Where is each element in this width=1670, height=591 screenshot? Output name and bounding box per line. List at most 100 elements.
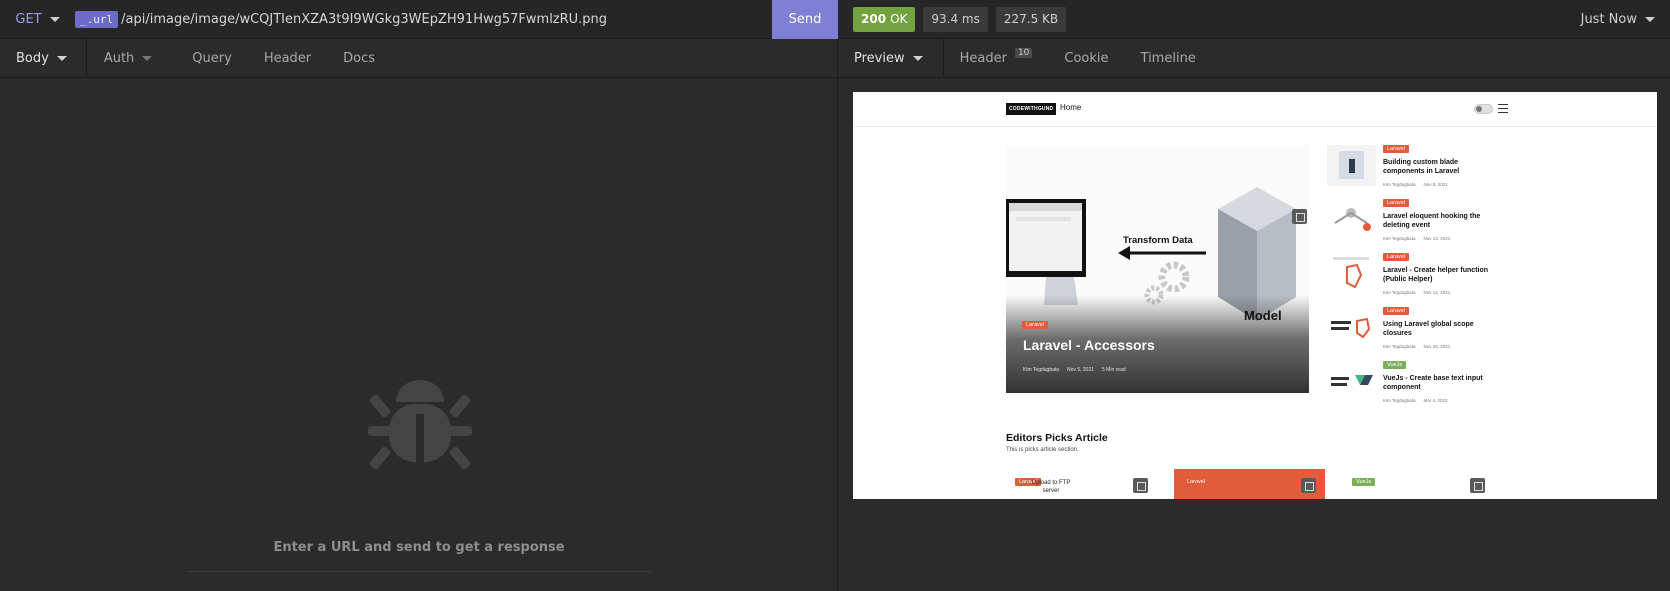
article-title: Building custom blade components in Lara…	[1383, 159, 1460, 175]
tab-header-label: Header	[263, 50, 312, 66]
post-date: Nov 14, 2021	[1423, 290, 1451, 295]
response-preview[interactable]: CODEWITHGUND Home Transform Data Model L…	[853, 92, 1657, 499]
env-variable-tag[interactable]: _.url	[75, 10, 119, 28]
tab-header[interactable]: Header	[248, 39, 327, 78]
url-bar: GET _.url /api/image/image/wCQJTIenXZA3t…	[0, 0, 838, 39]
post-date: Nov 13, 2021	[1423, 236, 1451, 241]
featured-meta: Kim Tegdugbata Nov 5, 2021 5 Min read	[1023, 367, 1126, 373]
article-title: VueJs - Create base text input component	[1383, 375, 1483, 391]
article-thumbnail	[1327, 361, 1376, 402]
author-name: Kim Tegdugbata	[1383, 290, 1416, 295]
chevron-down-icon	[142, 55, 153, 61]
header-count-badge: 10	[1014, 48, 1033, 58]
hamburger-menu-icon	[1498, 104, 1508, 113]
tab-docs[interactable]: Docs	[327, 39, 391, 78]
featured-article: Transform Data Model Laravel Laravel - A…	[1006, 145, 1309, 393]
status-text: OK	[890, 12, 908, 26]
post-date: Mar 4, 2022	[1423, 398, 1448, 403]
status-badge: 200 OK	[853, 6, 916, 32]
tab-timeline[interactable]: Timeline	[1125, 39, 1212, 78]
response-time: 93.4 ms	[923, 6, 988, 32]
response-tabs: Preview Header 10 Cookie Timeline	[839, 38, 1670, 78]
author-name: Kim Tegdugbata	[1023, 367, 1060, 373]
tab-preview[interactable]: Preview	[839, 38, 944, 78]
bookmark-icon	[1301, 478, 1316, 493]
tab-auth-label: Auth	[103, 50, 135, 66]
theme-toggle-icon	[1474, 104, 1493, 114]
article-title: Using Laravel global scope closures	[1383, 321, 1474, 337]
article-meta: Kim Tegdugbata Nov 8, 2021	[1383, 182, 1448, 187]
request-pane: GET _.url /api/image/image/wCQJTIenXZA3t…	[0, 0, 838, 591]
tab-query-label: Query	[192, 50, 232, 66]
editor-pick-card: Laravel	[1174, 469, 1325, 499]
illustration-text-model: Model	[1244, 308, 1282, 323]
tab-cookie[interactable]: Cookie	[1048, 39, 1124, 78]
tab-docs-label: Docs	[343, 50, 376, 66]
response-size: 227.5 KB	[995, 6, 1067, 32]
chevron-down-icon	[912, 55, 923, 61]
featured-title: Laravel - Accessors	[1023, 337, 1155, 353]
article-thumbnail	[1327, 199, 1376, 240]
list-item: Laravel Building custom blade components…	[1327, 145, 1527, 195]
list-item: Laravel Laravel eloquent hooking the del…	[1327, 199, 1527, 249]
post-date: Nov 8, 2021	[1423, 182, 1448, 187]
article-meta: Kim Tegdugbata Nov 13, 2021	[1383, 236, 1450, 241]
category-badge: VueJs	[1352, 478, 1376, 486]
article-meta: Kim Tegdugbata Nov 14, 2021	[1383, 290, 1450, 295]
list-item: VueJs VueJs - Create base text input com…	[1327, 361, 1527, 411]
editor-pick-card: VueJs	[1343, 469, 1494, 499]
author-name: Kim Tegdugbata	[1383, 182, 1416, 187]
tab-query[interactable]: Query	[176, 39, 248, 78]
divider	[187, 571, 651, 572]
tab-response-header[interactable]: Header 10	[944, 39, 1049, 78]
tab-body[interactable]: Body	[0, 38, 87, 78]
site-navbar: CODEWITHGUND Home	[853, 92, 1657, 127]
list-item: Laravel Laravel - Create helper function…	[1327, 253, 1527, 303]
bookmark-icon	[1133, 478, 1148, 493]
article-thumbnail	[1327, 145, 1376, 186]
illustration-text-transform: Transform Data	[1123, 235, 1193, 246]
author-name: Kim Tegdugbata	[1383, 236, 1416, 241]
article-meta: Kim Tegdugbata Mar 4, 2022	[1383, 398, 1447, 403]
article-title: Laravel - Create helper function (Public…	[1383, 267, 1489, 283]
tab-cookie-label: Cookie	[1064, 50, 1109, 66]
bookmark-icon	[1470, 478, 1485, 493]
chevron-down-icon	[56, 55, 67, 61]
tab-response-header-label: Header	[959, 50, 1007, 66]
chevron-down-icon	[1645, 16, 1655, 22]
site-logo: CODEWITHGUND	[1006, 103, 1057, 115]
history-dropdown[interactable]: Just Now	[1581, 12, 1655, 27]
tab-auth[interactable]: Auth	[87, 39, 176, 78]
bookmark-icon	[1292, 209, 1307, 224]
list-item: Laravel Using Laravel global scope closu…	[1327, 307, 1527, 357]
category-badge: VueJs	[1383, 361, 1407, 369]
bug-icon	[368, 380, 472, 470]
category-badge: Laravel	[1022, 321, 1049, 329]
tab-timeline-label: Timeline	[1140, 50, 1196, 66]
post-date: Nov 26, 2021	[1423, 344, 1451, 349]
editor-pick-card: Laravel Upload to FTP server	[1006, 469, 1157, 499]
article-title: Laravel eloquent hooking the deleting ev…	[1383, 213, 1481, 229]
response-status-bar: 200 OK 93.4 ms 227.5 KB Just Now	[839, 0, 1670, 39]
category-badge: Laravel	[1383, 145, 1410, 153]
tab-body-label: Body	[16, 50, 49, 66]
read-time: 5 Min read	[1102, 367, 1126, 373]
section-subtitle: This is picks article section.	[1006, 447, 1079, 453]
author-name: Kim Tegdugbata	[1383, 344, 1416, 349]
category-badge: Laravel	[1187, 479, 1206, 485]
author-name: Kim Tegdugbata	[1383, 398, 1416, 403]
category-badge: Laravel	[1383, 307, 1410, 315]
request-tabs: Body Auth Query Header Docs	[0, 38, 838, 78]
method-label: GET	[15, 11, 42, 27]
response-pane: 200 OK 93.4 ms 227.5 KB Just Now Preview…	[839, 0, 1670, 591]
history-label: Just Now	[1580, 11, 1637, 27]
send-button[interactable]: Send	[772, 0, 838, 39]
post-date: Nov 5, 2021	[1067, 367, 1095, 373]
category-badge: Laravel	[1383, 199, 1410, 207]
url-path: /api/image/image/wCQJTIenXZA3t9I9WGkg3WE…	[121, 11, 608, 27]
tab-preview-label: Preview	[854, 50, 905, 66]
empty-state-message: Enter a URL and send to get a response	[273, 540, 565, 555]
section-title: Editors Picks Article	[1006, 432, 1108, 444]
url-input[interactable]: _.url /api/image/image/wCQJTIenXZA3t9I9W…	[75, 10, 772, 28]
method-selector[interactable]: GET	[0, 0, 75, 39]
